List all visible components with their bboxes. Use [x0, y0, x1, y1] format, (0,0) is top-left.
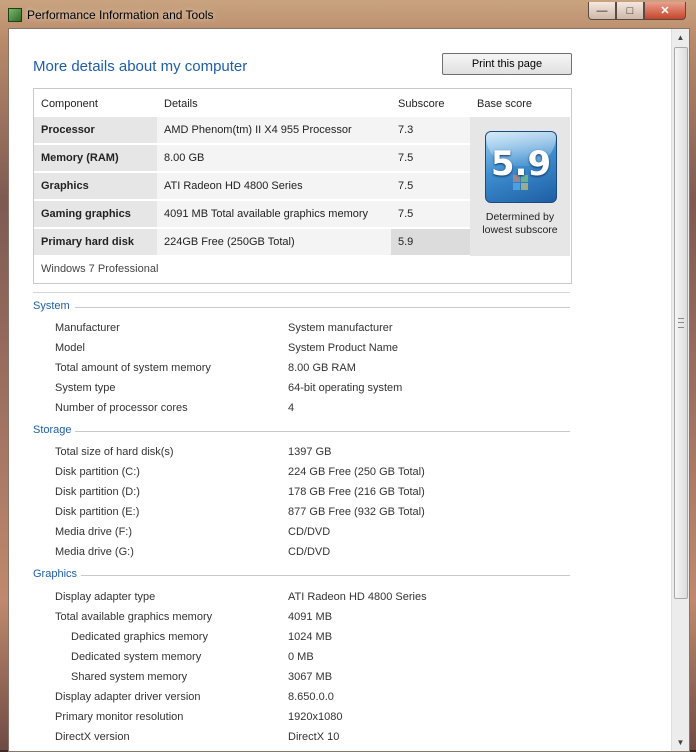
component-subscore: 7.3: [391, 117, 470, 144]
header-base-score: Base score: [477, 98, 533, 110]
component-name: Graphics: [34, 173, 157, 200]
component-subscore: 7.5: [391, 145, 470, 172]
client-area: More details about my computer Print thi…: [8, 28, 690, 752]
graphics-label: Primary monitor resolution: [55, 711, 184, 723]
component-name: Gaming graphics: [34, 201, 157, 228]
graphics-label: DirectX version: [55, 731, 130, 743]
storage-label: Disk partition (E:): [55, 506, 140, 518]
system-value: 8.00 GB RAM: [288, 362, 356, 374]
graphics-value: 1024 MB: [288, 631, 333, 643]
component-details: 224GB Free (250GB Total): [157, 229, 391, 256]
section-divider: [81, 575, 570, 576]
storage-value: 178 GB Free (216 GB Total): [288, 486, 425, 498]
base-score-badge: 5.9: [485, 131, 557, 203]
windows-edition: Windows 7 Professional: [41, 263, 159, 275]
system-label: System type: [55, 382, 116, 394]
graphics-label: Dedicated system memory: [71, 651, 202, 663]
system-value: System manufacturer: [288, 322, 393, 334]
minimize-icon: —: [596, 4, 608, 17]
maximize-button[interactable]: □: [616, 2, 644, 20]
system-value: 4: [288, 402, 295, 414]
system-label: Total amount of system memory: [55, 362, 211, 374]
section-divider: [75, 307, 570, 308]
component-subscore: 5.9: [391, 229, 470, 256]
scrollbar-thumb[interactable]: [674, 47, 688, 599]
storage-value: CD/DVD: [288, 546, 331, 558]
storage-label: Media drive (F:): [55, 526, 133, 538]
header-subscore: Subscore: [398, 98, 445, 110]
base-score-value: 5.9: [490, 144, 552, 184]
component-name: Processor: [34, 117, 157, 144]
divider: [33, 292, 570, 293]
window-controls: — □ ✕: [588, 2, 686, 20]
graphics-value: DirectX 10: [288, 731, 340, 743]
scroll-up-arrow-icon[interactable]: ▲: [672, 29, 689, 46]
graphics-value: 1920x1080: [288, 711, 343, 723]
component-details: ATI Radeon HD 4800 Series: [157, 173, 391, 200]
system-value: 64-bit operating system: [288, 382, 403, 394]
print-button[interactable]: Print this page: [442, 53, 572, 75]
component-subscore: 7.5: [391, 201, 470, 228]
window-frame: Performance Information and Tools — □ ✕ …: [0, 0, 696, 752]
storage-label: Media drive (G:): [55, 546, 134, 558]
header-component: Component: [41, 98, 98, 110]
header-details: Details: [164, 98, 198, 110]
system-label: Number of processor cores: [55, 402, 188, 414]
close-button[interactable]: ✕: [644, 2, 686, 20]
graphics-label: Dedicated graphics memory: [71, 631, 208, 643]
window-title: Performance Information and Tools: [27, 8, 214, 22]
section-title-graphics: Graphics: [33, 568, 78, 580]
minimize-button[interactable]: —: [588, 2, 616, 20]
score-table: Component Details Subscore Base score Pr…: [33, 88, 572, 284]
component-details: AMD Phenom(tm) II X4 955 Processor: [157, 117, 391, 144]
component-details: 4091 MB Total available graphics memory: [157, 201, 391, 228]
storage-label: Disk partition (C:): [55, 466, 140, 478]
title-bar: Performance Information and Tools — □ ✕: [0, 0, 696, 28]
storage-value: 1397 GB: [288, 446, 332, 458]
component-details: 8.00 GB: [157, 145, 391, 172]
system-label: Manufacturer: [55, 322, 120, 334]
graphics-value: 0 MB: [288, 651, 314, 663]
component-subscore: 7.5: [391, 173, 470, 200]
graphics-label: Total available graphics memory: [55, 611, 213, 623]
section-divider: [75, 431, 570, 432]
storage-label: Disk partition (D:): [55, 486, 140, 498]
storage-value: CD/DVD: [288, 526, 331, 538]
graphics-value: 3067 MB: [288, 671, 333, 683]
storage-value: 224 GB Free (250 GB Total): [288, 466, 425, 478]
scroll-down-arrow-icon[interactable]: ▼: [672, 734, 689, 751]
component-name: Primary hard disk: [34, 229, 157, 256]
graphics-value: ATI Radeon HD 4800 Series: [288, 591, 427, 603]
base-score-note: Determined by lowest subscore: [482, 211, 558, 236]
scrollbar-grip-icon: [678, 318, 684, 328]
section-title-system: System: [33, 300, 70, 312]
page-title: More details about my computer: [33, 58, 248, 75]
maximize-icon: □: [626, 4, 634, 17]
performance-app-icon: [8, 8, 22, 22]
graphics-label: Display adapter driver version: [55, 691, 201, 703]
base-score-panel: 5.9 Determined by lowest subscore: [470, 117, 570, 256]
close-icon: ✕: [660, 5, 670, 17]
storage-value: 877 GB Free (932 GB Total): [288, 506, 425, 518]
component-name: Memory (RAM): [34, 145, 157, 172]
system-value: System Product Name: [288, 342, 399, 354]
graphics-label: Display adapter type: [55, 591, 156, 603]
section-title-storage: Storage: [33, 424, 72, 436]
graphics-value: 4091 MB: [288, 611, 333, 623]
graphics-value: 8.650.0.0: [288, 691, 334, 703]
vertical-scrollbar[interactable]: ▲ ▼: [671, 29, 689, 751]
system-label: Model: [55, 342, 85, 354]
storage-label: Total size of hard disk(s): [55, 446, 174, 458]
graphics-label: Shared system memory: [71, 671, 188, 683]
